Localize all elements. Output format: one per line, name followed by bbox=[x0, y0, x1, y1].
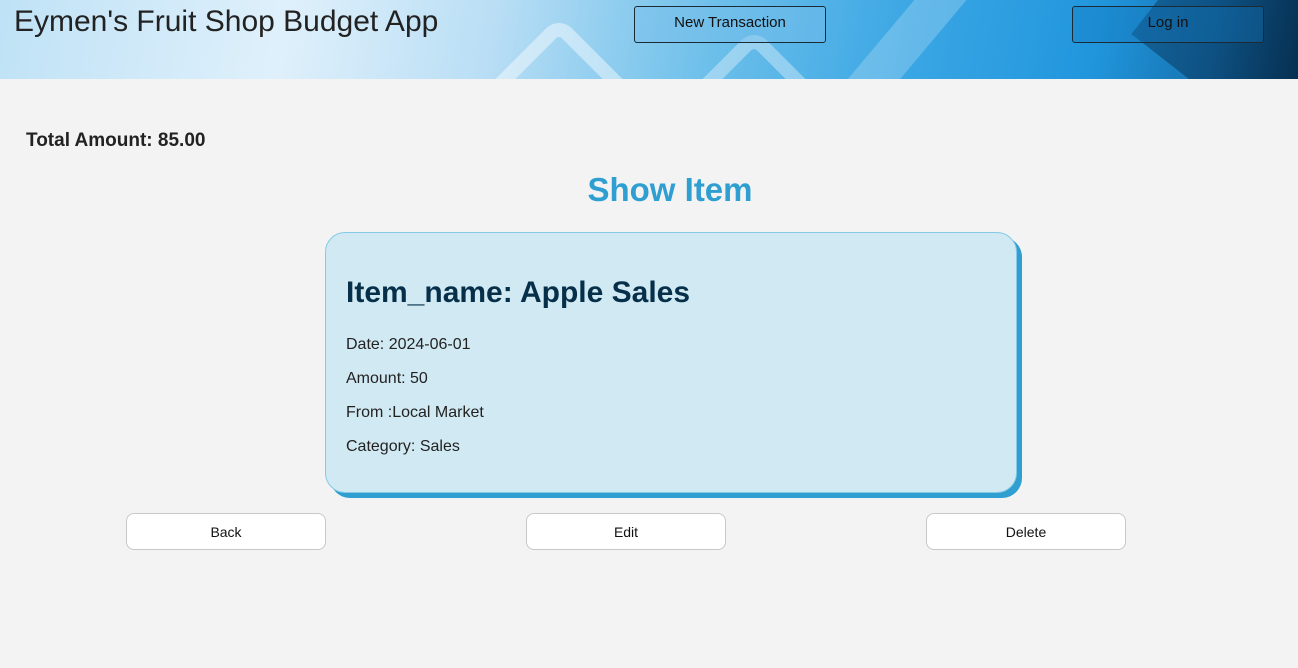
item-category: Category: Sales bbox=[346, 438, 460, 455]
delete-button[interactable]: Delete bbox=[926, 513, 1126, 550]
item-detail-card: Item_name: Apple Sales Date: 2024-06-01 … bbox=[325, 232, 1017, 493]
item-amount: Amount: 50 bbox=[346, 370, 428, 387]
new-transaction-button[interactable]: New Transaction bbox=[634, 6, 826, 43]
item-name: Item_name: Apple Sales bbox=[346, 276, 691, 309]
back-button[interactable]: Back bbox=[126, 513, 326, 550]
page-title: Show Item bbox=[587, 171, 753, 208]
total-amount: Total Amount: 85.00 bbox=[26, 130, 206, 151]
item-from: From :Local Market bbox=[346, 404, 484, 421]
login-button[interactable]: Log in bbox=[1072, 6, 1264, 43]
item-date: Date: 2024-06-01 bbox=[346, 336, 471, 353]
header-decoration bbox=[810, 0, 970, 79]
header-decoration bbox=[475, 15, 643, 79]
app-header: Eymen's Fruit Shop Budget App New Transa… bbox=[0, 0, 1298, 79]
edit-button[interactable]: Edit bbox=[526, 513, 726, 550]
app-title: Eymen's Fruit Shop Budget App bbox=[14, 5, 439, 38]
